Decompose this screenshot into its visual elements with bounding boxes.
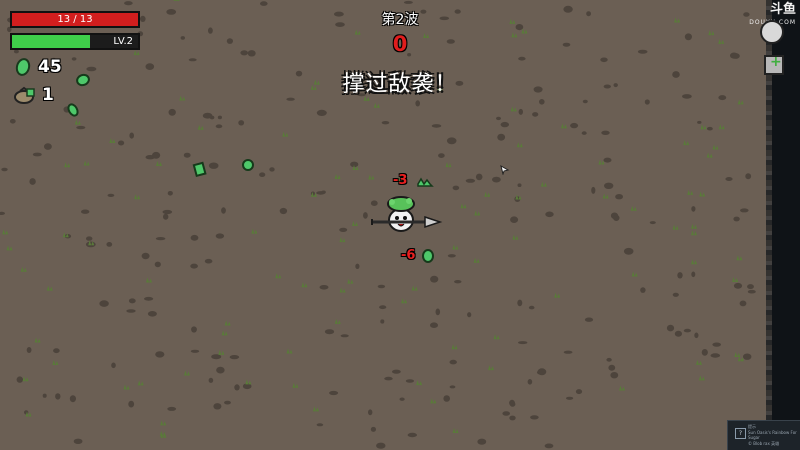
pointer-cursor-icon [500, 165, 510, 175]
material-drop [422, 249, 434, 263]
player-character [387, 196, 415, 232]
damage-number: -6 [401, 248, 416, 263]
toast-body: Sun Oasis's Rainbow For Sugar [748, 430, 797, 440]
material-drop [192, 161, 207, 178]
enemy-splat [417, 177, 434, 187]
material-drop [76, 73, 90, 87]
watermark-brand: 斗鱼 [769, 2, 796, 17]
egg-icon [760, 20, 784, 44]
material-drop [242, 159, 254, 171]
world-objects [67, 73, 443, 263]
achievement-toast[interactable]: ? 提示 Sun Oasis's Rainbow For Sugar © Blo… [727, 420, 800, 450]
health-crate-icon [764, 54, 784, 75]
damage-number: -3 [393, 173, 408, 188]
toast-footer: © Blob rax 英雄 [748, 441, 780, 446]
material-drop [67, 103, 79, 117]
help-icon: ? [735, 428, 746, 439]
toast-title: 提示 [748, 424, 756, 429]
